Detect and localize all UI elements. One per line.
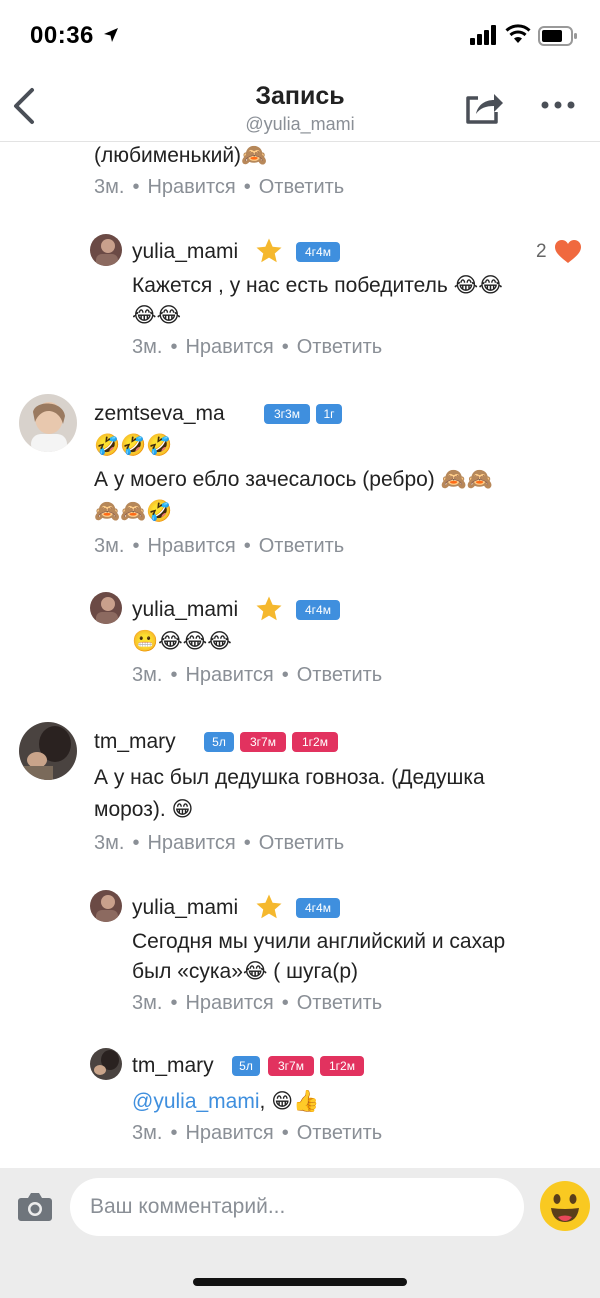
like-count: 2 — [536, 241, 547, 262]
username[interactable]: yulia_mami — [132, 598, 238, 622]
comment-text-rest: , 😁👍 — [259, 1090, 320, 1113]
comment-meta: 3м. • Нравится • Ответить — [132, 992, 383, 1014]
reply-button[interactable]: Ответить — [297, 336, 383, 358]
comment-text: А у моего ебло зачесалось (ребро) 🙈🙈 — [94, 468, 493, 491]
comment-text: 🙈🙈🤣 — [94, 500, 173, 523]
status-badge: 1г2м — [320, 1056, 364, 1076]
comment-text: (любименький)🙈 — [94, 144, 268, 167]
avatar[interactable] — [90, 592, 122, 624]
emoji-icon[interactable] — [539, 1180, 591, 1232]
signal-icon — [470, 25, 496, 45]
battery-icon — [538, 26, 577, 46]
star-icon — [256, 894, 282, 919]
like-button[interactable]: Нравится — [147, 176, 235, 198]
comment-input-bar — [0, 1168, 600, 1298]
comment-time: 3м. — [94, 832, 125, 854]
status-badge: 5л — [204, 732, 234, 752]
avatar[interactable] — [90, 234, 122, 266]
avatar[interactable] — [19, 722, 77, 780]
comment-meta: 3м. • Нравится • Ответить — [94, 832, 345, 854]
username[interactable]: yulia_mami — [132, 240, 238, 264]
status-badge: 3г7м — [268, 1056, 314, 1076]
comment-text: мороз). 😁 — [94, 798, 194, 821]
reply-button[interactable]: Ответить — [297, 992, 383, 1014]
username[interactable]: tm_mary — [94, 730, 176, 754]
avatar[interactable] — [90, 1048, 122, 1080]
comment-time: 3м. — [132, 992, 163, 1014]
avatar[interactable] — [90, 890, 122, 922]
reply-button[interactable]: Ответить — [259, 535, 345, 557]
comment-meta: 3м. • Нравится • Ответить — [94, 535, 345, 557]
like-button[interactable]: Нравится — [147, 535, 235, 557]
share-icon[interactable] — [464, 86, 504, 126]
like-button[interactable]: Нравится — [185, 992, 273, 1014]
avatar[interactable] — [19, 394, 77, 452]
status-badge: 4г4м — [296, 600, 340, 620]
heart-icon[interactable] — [555, 240, 581, 264]
location-arrow-icon — [104, 28, 118, 42]
wifi-icon — [505, 24, 531, 43]
comment-text: Сегодня мы учили английский и сахар — [132, 930, 506, 953]
like-button[interactable]: Нравится — [185, 664, 273, 686]
comment-text: Кажется , у нас есть победитель 😂😂 — [132, 274, 503, 297]
comment-text: был «сука»😂 ( шуга(р) — [132, 960, 358, 983]
status-badge: 4г4м — [296, 898, 340, 918]
page-subtitle: @yulia_mami — [245, 114, 355, 134]
comment-meta: 3м. • Нравится • Ответить — [132, 1122, 383, 1144]
more-dots-icon[interactable] — [540, 100, 576, 110]
like-button[interactable]: Нравится — [147, 832, 235, 854]
reply-button[interactable]: Ответить — [297, 1122, 383, 1144]
like-button[interactable]: Нравится — [185, 1122, 273, 1144]
reply-button[interactable]: Ответить — [297, 664, 383, 686]
comment-text: 😬😂😂😂 — [132, 630, 232, 653]
status-time: 00:36 — [30, 22, 94, 49]
mention-link[interactable]: @yulia_mami — [132, 1090, 260, 1113]
nav-bar: Запись @yulia_mami — [0, 72, 600, 142]
like-button[interactable]: Нравится — [185, 336, 273, 358]
status-badge: 3г3м — [264, 404, 310, 424]
comment-input[interactable] — [70, 1178, 524, 1236]
status-badge: 5л — [232, 1056, 260, 1076]
home-indicator — [193, 1278, 407, 1286]
comment-text: @yulia_mami, 😁👍 — [132, 1086, 319, 1118]
star-icon — [256, 596, 282, 621]
reply-button[interactable]: Ответить — [259, 832, 345, 854]
comment-meta: 3м. • Нравится • Ответить — [132, 336, 383, 358]
status-badge: 1г — [316, 404, 342, 424]
username[interactable]: zemtseva_ma — [94, 402, 225, 426]
comment-time: 3м. — [132, 1122, 163, 1144]
comment-time: 3м. — [94, 176, 125, 198]
username[interactable]: tm_mary — [132, 1054, 214, 1078]
page-title: Запись — [255, 82, 345, 110]
comments-feed[interactable]: (любименький)🙈 3м. • Нравится • Ответить yul… — [0, 142, 600, 1168]
status-badge: 4г4м — [296, 242, 340, 262]
star-icon — [256, 238, 282, 263]
comment-meta: 3м. • Нравится • Ответить — [132, 664, 383, 686]
status-badge: 1г2м — [292, 732, 338, 752]
comment-text: А у нас был дедушка говноза. (Дедушка — [94, 766, 485, 789]
comment-time: 3м. — [132, 336, 163, 358]
camera-icon[interactable] — [17, 1190, 53, 1222]
comment-time: 3м. — [94, 535, 125, 557]
status-badge: 3г7м — [240, 732, 286, 752]
comment-text: 😂😂 — [132, 304, 182, 327]
comment-text: 🤣🤣🤣 — [94, 434, 173, 457]
comment-meta: 3м. • Нравится • Ответить — [94, 176, 345, 198]
username[interactable]: yulia_mami — [132, 896, 238, 920]
comment-time: 3м. — [132, 664, 163, 686]
status-bar: 00:36 — [0, 0, 600, 72]
reply-button[interactable]: Ответить — [259, 176, 345, 198]
